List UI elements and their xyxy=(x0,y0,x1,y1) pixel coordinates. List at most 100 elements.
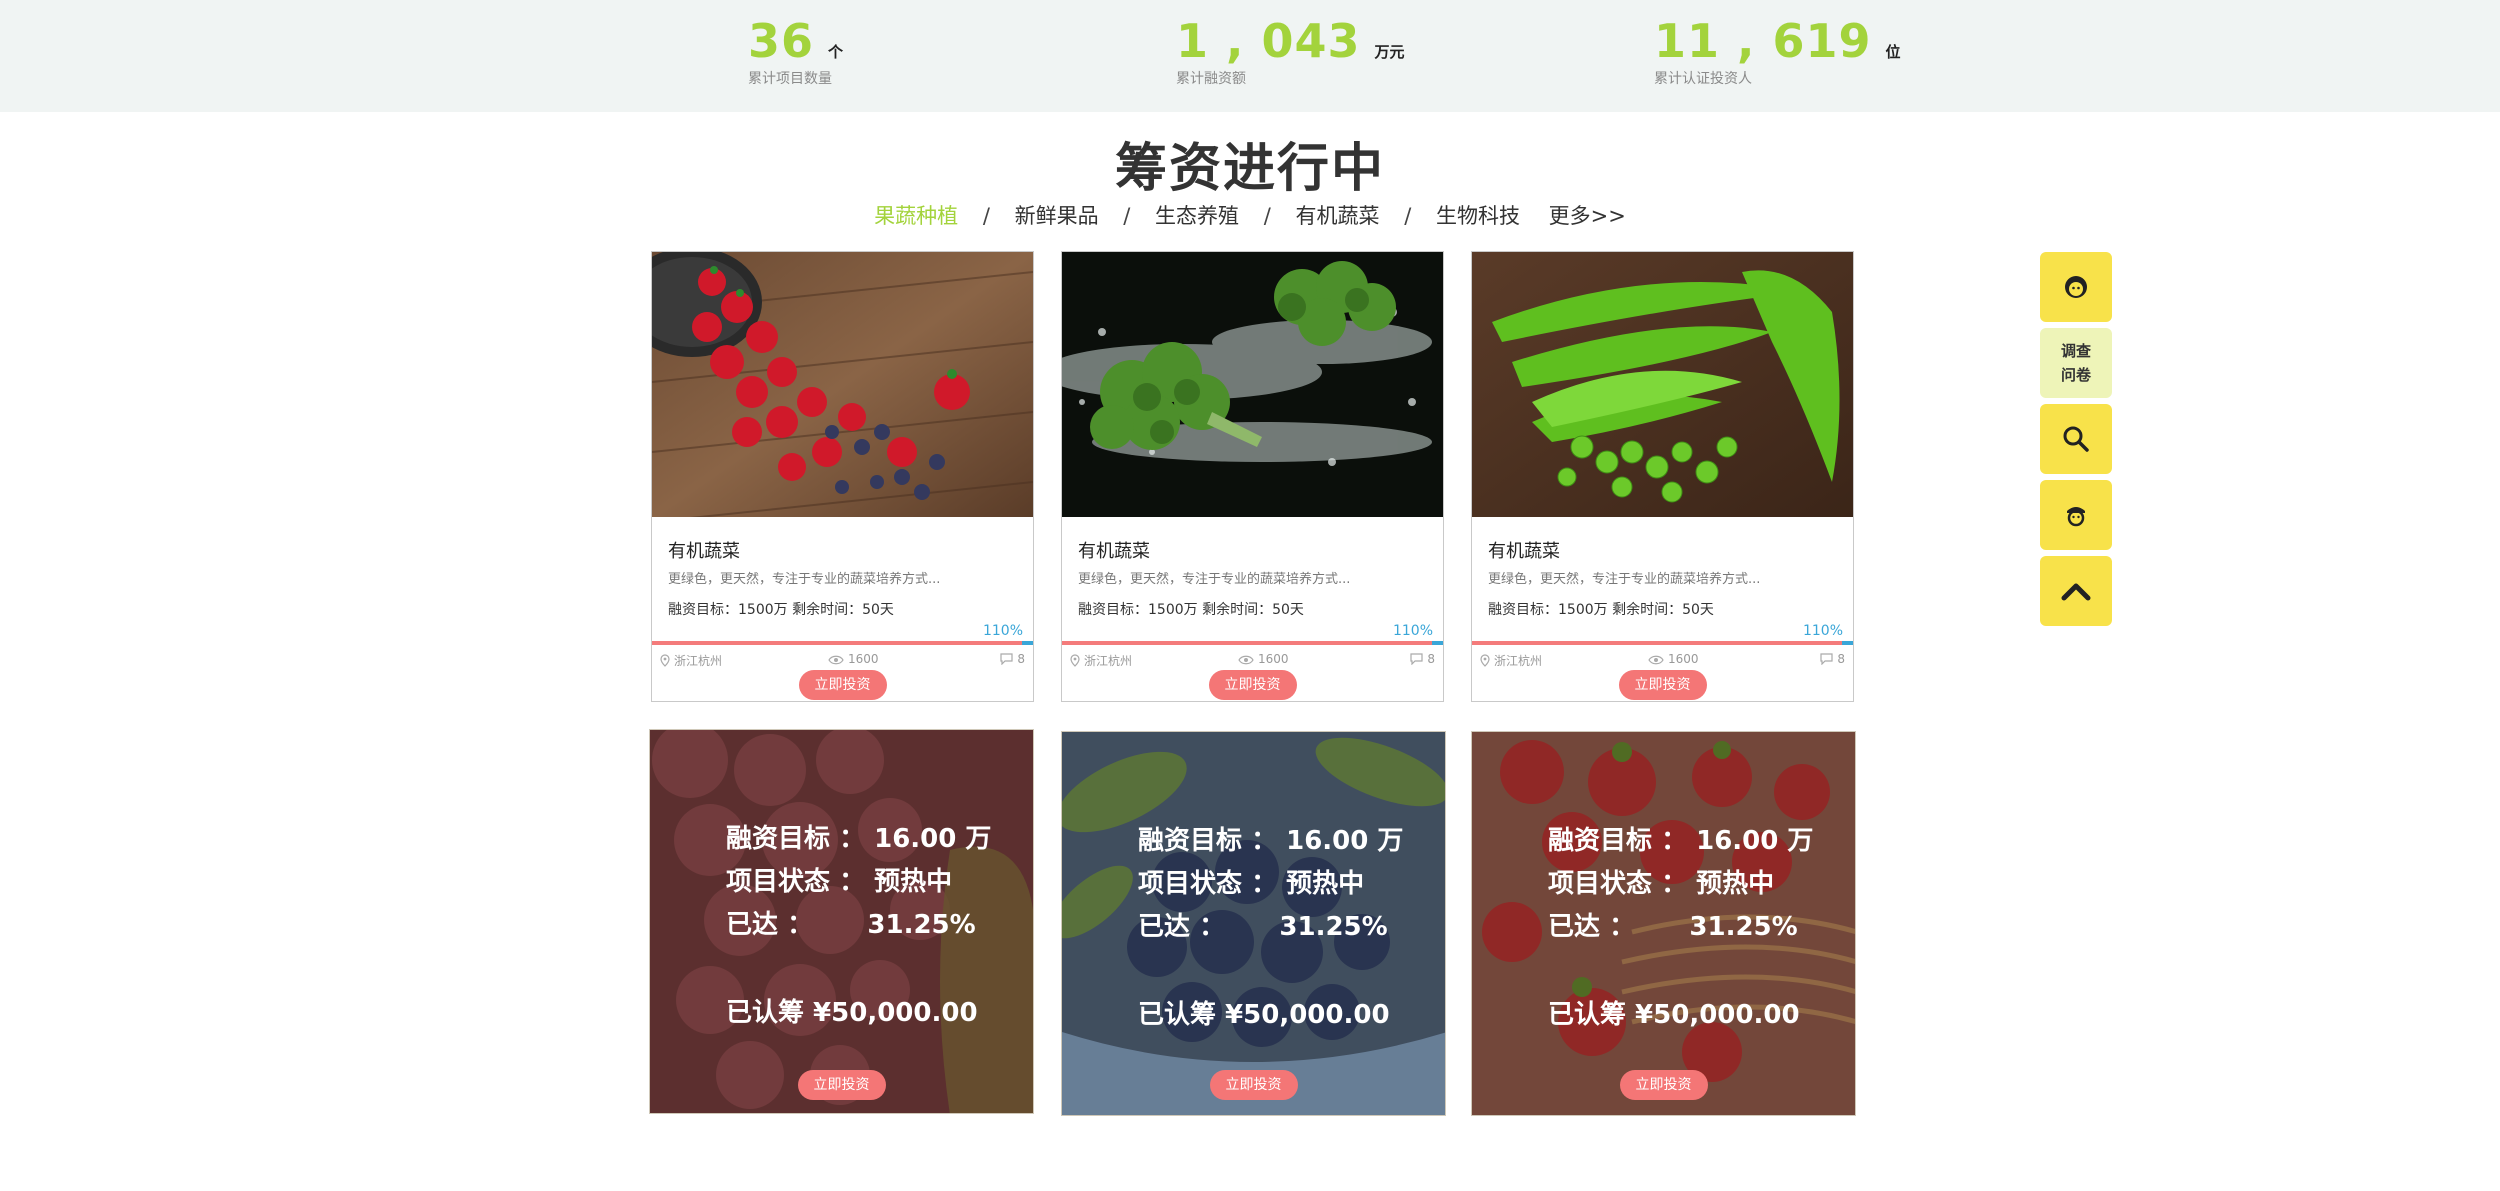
status-row: 项目状态 ： 预热中 xyxy=(1548,869,1775,899)
comment-icon xyxy=(1410,653,1423,665)
views-count: 1600 xyxy=(1668,652,1699,666)
category-separator: / xyxy=(982,204,990,228)
reached-row: 已达 ： 31.25% xyxy=(1548,912,1798,942)
stat-unit: 个 xyxy=(828,43,844,61)
search-icon xyxy=(2063,426,2089,452)
location-text: 浙江杭州 xyxy=(674,654,723,668)
reached-label: 已达 xyxy=(1138,912,1191,942)
category-separator: / xyxy=(1404,204,1412,228)
status-value: 预热中 xyxy=(1696,869,1775,899)
views: 1600 xyxy=(1648,652,1699,666)
progress-fill xyxy=(1472,641,1842,645)
stat-unit: 万元 xyxy=(1374,43,1405,61)
peas-icon[interactable] xyxy=(1472,252,1853,517)
stat-unit: 位 xyxy=(1885,43,1901,61)
back-to-top-icon xyxy=(2061,583,2091,601)
category-more-link[interactable]: 更多>> xyxy=(1549,200,1626,230)
search-button[interactable] xyxy=(2040,404,2112,474)
card-description: 更绿色，更天然，专注于专业的蔬菜培养方式... xyxy=(668,572,941,587)
invest-now-button[interactable]: 立即投资 xyxy=(1619,1070,1708,1100)
project-card[interactable]: 有机蔬菜 更绿色，更天然，专注于专业的蔬菜培养方式... 融资目标：1500万 … xyxy=(651,251,1034,702)
status-value: 预热中 xyxy=(1286,869,1365,899)
survey-label-line2: 问卷 xyxy=(2060,366,2091,384)
views: 1600 xyxy=(828,652,879,666)
reached-value: 31.25% xyxy=(867,910,976,940)
progress-bar xyxy=(1062,641,1443,645)
customer-service-button[interactable] xyxy=(2040,252,2112,322)
category-item-eco-farming[interactable]: 生态养殖 xyxy=(1155,200,1239,230)
views-count: 1600 xyxy=(1258,652,1289,666)
comments: 8 xyxy=(1000,652,1025,666)
location: 浙江杭州 xyxy=(1480,652,1542,669)
card-meta: 融资目标：1500万 剩余时间：50天 xyxy=(1488,602,1714,618)
back-to-top-button[interactable] xyxy=(2040,556,2112,626)
invest-now-button[interactable]: 立即投资 xyxy=(1618,670,1707,700)
stat-label: 累计认证投资人 xyxy=(1654,71,1752,87)
target-value: 16.00 万 xyxy=(1286,826,1404,856)
preheat-project-card[interactable]: 融资目标 ： 16.00 万 项目状态 ： 预热中 已达 ： 31.25% 已认… xyxy=(1061,731,1446,1116)
stat-projects: 36 个 累计项目数量 xyxy=(748,14,843,88)
survey-button[interactable]: 调查 问卷 xyxy=(2040,328,2112,398)
overlay-info: 融资目标 ： 16.00 万 项目状态 ： 预热中 已达 ： 31.25% xyxy=(1138,820,1403,949)
comment-icon xyxy=(1000,653,1013,665)
overlay-info: 融资目标 ： 16.00 万 项目状态 ： 预热中 已达 ： 31.25% xyxy=(1548,820,1813,949)
stat-number: 36 xyxy=(748,14,815,68)
raised-amount: 已认筹 ¥50,000.00 xyxy=(1138,1000,1390,1030)
comments-count: 8 xyxy=(1427,652,1435,666)
card-meta: 融资目标：1500万 剩余时间：50天 xyxy=(668,602,894,618)
customer-service-icon xyxy=(2065,276,2087,298)
reached-value: 31.25% xyxy=(1279,912,1388,942)
preheat-project-card[interactable]: 融资目标 ： 16.00 万 项目状态 ： 预热中 已达 ： 31.25% 已认… xyxy=(649,729,1034,1114)
progress-percent: 110% xyxy=(1392,623,1433,639)
comments-count: 8 xyxy=(1837,652,1845,666)
location: 浙江杭州 xyxy=(1070,652,1132,669)
target-label: 融资目标 xyxy=(726,824,831,854)
strawberries-icon[interactable] xyxy=(652,252,1033,517)
stat-label: 累计项目数量 xyxy=(748,71,832,87)
invest-now-button[interactable]: 立即投资 xyxy=(798,670,887,700)
project-card[interactable]: 有机蔬菜 更绿色，更天然，专注于专业的蔬菜培养方式... 融资目标：1500万 … xyxy=(1471,251,1854,702)
category-item-fresh-fruit[interactable]: 新鲜果品 xyxy=(1015,200,1099,230)
category-separator: / xyxy=(1263,204,1271,228)
broccoli-icon[interactable] xyxy=(1062,252,1443,517)
card-title[interactable]: 有机蔬菜 xyxy=(668,537,740,563)
category-item-organic-veg[interactable]: 有机蔬菜 xyxy=(1296,200,1380,230)
raised-amount: 已认筹 ¥50,000.00 xyxy=(726,998,978,1028)
progress-percent: 110% xyxy=(1802,623,1843,639)
reached-row: 已达 ： 31.25% xyxy=(726,910,976,940)
eye-icon xyxy=(1238,655,1254,665)
stat-investors: 11 , 619 位 累计认证投资人 xyxy=(1654,14,1901,88)
card-footer: 浙江杭州 1600 8 xyxy=(660,652,1025,670)
location-pin-icon xyxy=(1070,654,1080,667)
target-row: 融资目标 ： 16.00 万 xyxy=(1138,826,1404,856)
project-card[interactable]: 有机蔬菜 更绿色，更天然，专注于专业的蔬菜培养方式... 融资目标：1500万 … xyxy=(1061,251,1444,702)
stat-funding: 1 , 043 万元 累计融资额 xyxy=(1176,14,1405,88)
progress-percent: 110% xyxy=(982,623,1023,639)
category-item-biotech[interactable]: 生物科技 xyxy=(1436,200,1520,230)
category-item-fruit-veg[interactable]: 果蔬种植 xyxy=(874,200,958,230)
floating-sidebar: 调查 问卷 xyxy=(2040,252,2112,632)
card-title[interactable]: 有机蔬菜 xyxy=(1078,537,1150,563)
card-title[interactable]: 有机蔬菜 xyxy=(1488,537,1560,563)
views: 1600 xyxy=(1238,652,1289,666)
status-label: 项目状态 xyxy=(726,867,831,897)
card-footer: 浙江杭州 1600 8 xyxy=(1070,652,1435,670)
invest-now-button[interactable]: 立即投资 xyxy=(1208,670,1297,700)
target-value: 16.00 万 xyxy=(1696,826,1814,856)
survey-label-line1: 调查 xyxy=(2060,342,2091,360)
comments: 8 xyxy=(1820,652,1845,666)
views-count: 1600 xyxy=(848,652,879,666)
invest-now-button[interactable]: 立即投资 xyxy=(797,1070,886,1100)
location-text: 浙江杭州 xyxy=(1494,654,1543,668)
agent-icon xyxy=(2067,507,2085,527)
progress-fill xyxy=(1062,641,1432,645)
stats-bar: 36 个 累计项目数量 1 , 043 万元 累计融资额 11 , 619 位 累计认… xyxy=(0,0,2500,112)
target-label: 融资目标 xyxy=(1138,826,1243,856)
invest-now-button[interactable]: 立即投资 xyxy=(1209,1070,1298,1100)
comments-count: 8 xyxy=(1017,652,1025,666)
agent-button[interactable] xyxy=(2040,480,2112,550)
category-nav: 果蔬种植 / 新鲜果品 / 生态养殖 / 有机蔬菜 / 生物科技 更多>> xyxy=(0,200,2500,230)
category-separator: / xyxy=(1123,204,1131,228)
stat-label: 累计融资额 xyxy=(1176,71,1246,87)
preheat-project-card[interactable]: 融资目标 ： 16.00 万 项目状态 ： 预热中 已达 ： 31.25% 已认… xyxy=(1471,731,1856,1116)
